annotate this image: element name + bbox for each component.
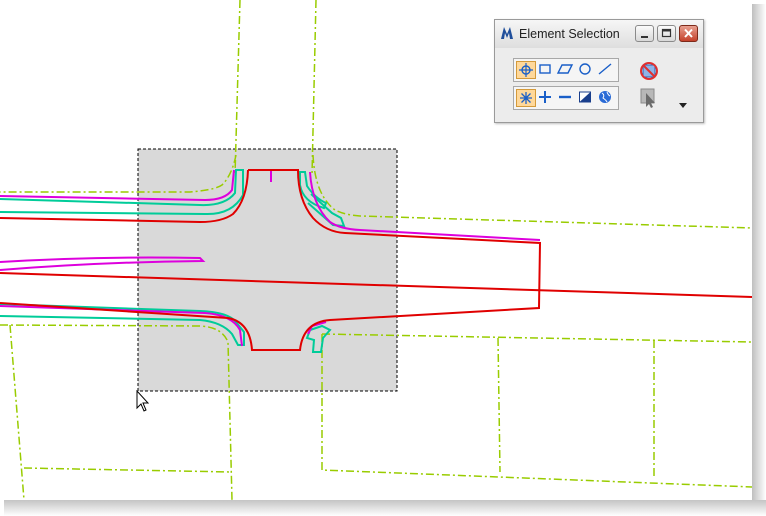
line-select-tool[interactable] (596, 61, 616, 79)
maximize-icon (661, 28, 672, 38)
minimize-icon (641, 36, 648, 38)
shape-select-tool[interactable] (556, 61, 576, 79)
new-mode-tool[interactable] (516, 89, 536, 107)
close-icon (684, 28, 693, 38)
subtract-mode-tool[interactable] (556, 89, 576, 107)
starburst-icon (520, 92, 532, 104)
add-mode-tool[interactable] (536, 89, 556, 107)
invert-mode-tool[interactable] (576, 89, 596, 107)
parallelogram-icon (556, 64, 574, 74)
window-shadow-right (752, 4, 766, 516)
circle-select-tool[interactable] (576, 61, 596, 79)
individual-select-tool[interactable] (516, 61, 536, 79)
globe-icon (599, 91, 611, 103)
element-selection-toolbox[interactable]: Element Selection (494, 19, 704, 123)
toolbox-titlebar[interactable]: Element Selection (495, 20, 703, 48)
toolbox-title: Element Selection (519, 27, 620, 41)
window-shadow-bottom (4, 500, 766, 516)
minimize-button[interactable] (635, 25, 654, 42)
minus-icon (559, 95, 571, 99)
clear-selection-icon[interactable] (638, 60, 660, 82)
selection-mode-row (513, 86, 619, 110)
close-button[interactable] (679, 25, 698, 42)
microstation-icon (501, 27, 513, 39)
select-all-tool[interactable] (596, 89, 616, 107)
block-select-tool[interactable] (536, 61, 556, 79)
maximize-button[interactable] (657, 25, 676, 42)
invert-icon (579, 91, 591, 103)
mouse-pointer-icon (136, 390, 150, 412)
selection-rectangle (137, 148, 398, 392)
arrow-select-icon[interactable] (638, 87, 660, 109)
line-icon (598, 63, 612, 75)
crosshair-circle-icon (519, 63, 533, 77)
plus-icon (539, 91, 551, 103)
dropdown-arrow-icon[interactable] (677, 100, 689, 110)
selection-method-row (513, 58, 619, 82)
circle-icon (579, 63, 591, 75)
rectangle-icon (539, 64, 551, 74)
